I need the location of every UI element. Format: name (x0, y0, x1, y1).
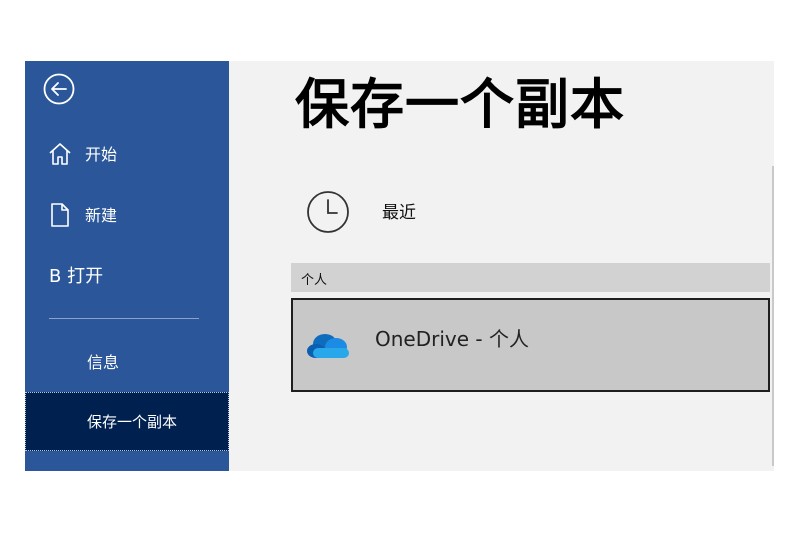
page-title: 保存一个副本 (295, 73, 625, 136)
onedrive-cloud-icon (307, 334, 349, 358)
sidebar-item-label: 保存一个副本 (87, 413, 178, 431)
home-icon (49, 143, 71, 165)
section-header-label: 个人 (301, 273, 328, 288)
sidebar-item-save-a-copy[interactable]: 保存一个副本 (25, 392, 229, 451)
sidebar-item-label: 信息 (87, 353, 120, 372)
main-content: 保存一个副本 最近 个人 OneDrive - 个人 (229, 61, 774, 471)
sidebar-divider (49, 318, 199, 319)
recent-location[interactable]: 最近 (291, 178, 761, 248)
back-button[interactable] (43, 73, 75, 105)
backstage-sidebar: 开始 新建 B 打开 信息 保存一个副本 (25, 61, 229, 471)
section-header-personal: 个人 (291, 263, 770, 292)
sidebar-item-label: 新建 (85, 206, 118, 225)
backstage-window: 开始 新建 B 打开 信息 保存一个副本 保存一个副本 最近 个人 OneDri… (25, 61, 774, 471)
recent-label: 最近 (382, 203, 416, 223)
back-arrow-icon (43, 73, 75, 105)
sidebar-item-new[interactable]: 新建 (25, 194, 229, 234)
sidebar-item-info[interactable]: 信息 (25, 341, 229, 381)
location-onedrive-personal[interactable]: OneDrive - 个人 (291, 298, 770, 392)
new-document-icon (51, 203, 69, 227)
clock-icon (307, 191, 349, 233)
location-label: OneDrive - 个人 (375, 327, 529, 351)
sidebar-item-label: B 打开 (49, 266, 104, 287)
scrollbar[interactable] (772, 166, 774, 466)
sidebar-item-label: 开始 (85, 145, 118, 164)
sidebar-item-home[interactable]: 开始 (25, 133, 229, 173)
sidebar-item-open[interactable]: B 打开 (25, 255, 229, 295)
